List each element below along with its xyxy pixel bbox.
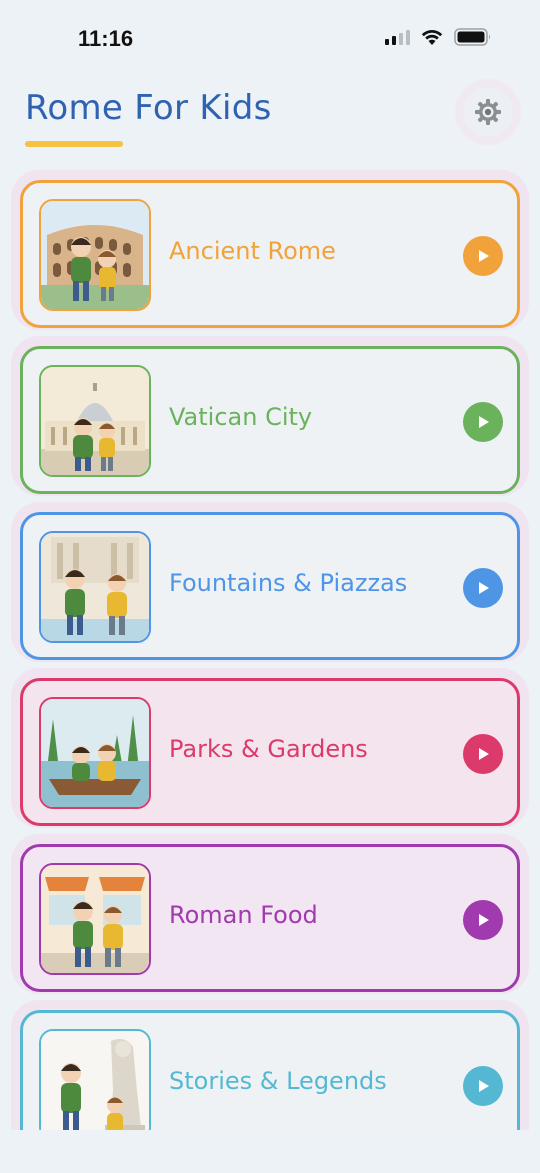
battery-icon: [454, 28, 492, 46]
status-bar: 11:16: [0, 0, 540, 80]
stories-legends-thumbnail: [39, 1029, 151, 1130]
topic-label: Fountains & Piazzas: [169, 569, 408, 597]
play-button[interactable]: [463, 402, 503, 442]
play-icon: [479, 748, 489, 760]
page-title: Rome For Kids: [25, 88, 272, 128]
ancient-rome-thumbnail: [39, 199, 151, 311]
play-button[interactable]: [463, 900, 503, 940]
topic-card-wrapper: Fountains & Piazzas: [11, 502, 529, 662]
settings-button-inner: [463, 87, 513, 137]
cellular-signal-icon: [385, 29, 410, 45]
gear-icon: [475, 99, 501, 125]
topic-label: Parks & Gardens: [169, 735, 368, 763]
play-icon: [479, 914, 489, 926]
topic-card-fountains-piazzas[interactable]: Fountains & Piazzas: [20, 512, 520, 660]
topic-card-vatican-city[interactable]: Vatican City: [20, 346, 520, 494]
topic-card-ancient-rome[interactable]: Ancient Rome: [20, 180, 520, 328]
topic-label: Ancient Rome: [169, 237, 336, 265]
topic-card-parks-gardens[interactable]: Parks & Gardens: [20, 678, 520, 826]
title-underline: [25, 141, 123, 147]
wifi-icon: [420, 28, 444, 46]
fountains-piazzas-thumbnail: [39, 531, 151, 643]
topic-label: Vatican City: [169, 403, 313, 431]
play-button[interactable]: [463, 568, 503, 608]
play-icon: [479, 416, 489, 428]
status-icons: [385, 28, 492, 46]
topic-card-wrapper: Roman Food: [11, 834, 529, 994]
parks-gardens-thumbnail: [39, 697, 151, 809]
vatican-city-thumbnail: [39, 365, 151, 477]
topic-card-roman-food[interactable]: Roman Food: [20, 844, 520, 992]
play-button[interactable]: [463, 734, 503, 774]
topic-card-wrapper: Vatican City: [11, 336, 529, 496]
topic-label: Stories & Legends: [169, 1067, 387, 1095]
status-time: 11:16: [78, 26, 134, 51]
play-icon: [479, 250, 489, 262]
play-button[interactable]: [463, 236, 503, 276]
play-icon: [479, 582, 489, 594]
topic-list[interactable]: Ancient Rome Vatican City Fountains & Pi…: [0, 170, 540, 1130]
topic-card-wrapper: Ancient Rome: [11, 170, 529, 330]
topic-card-wrapper: Parks & Gardens: [11, 668, 529, 828]
topic-card-stories-legends[interactable]: Stories & Legends: [20, 1010, 520, 1130]
play-icon: [479, 1080, 489, 1092]
play-button[interactable]: [463, 1066, 503, 1106]
settings-button[interactable]: [455, 79, 521, 145]
topic-label: Roman Food: [169, 901, 318, 929]
roman-food-thumbnail: [39, 863, 151, 975]
topic-card-wrapper: Stories & Legends: [11, 1000, 529, 1130]
